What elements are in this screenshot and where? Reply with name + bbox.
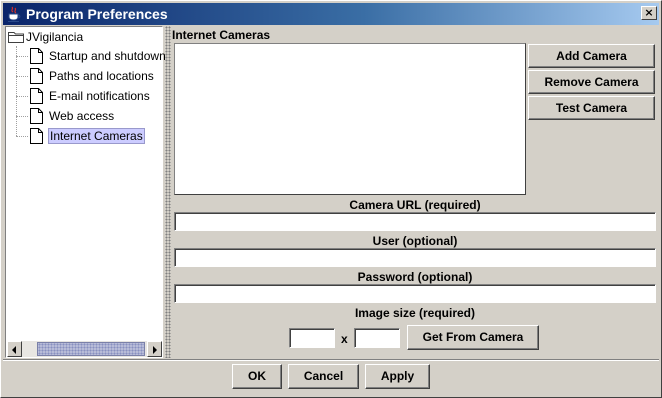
java-cup-icon [8, 6, 21, 22]
tree-branch [16, 56, 28, 57]
close-button[interactable]: × [641, 6, 657, 20]
password-field[interactable] [174, 284, 656, 303]
tree-item-label: Web access [49, 109, 115, 123]
window-title: Program Preferences [26, 6, 168, 22]
ok-button[interactable]: OK [232, 364, 282, 389]
scroll-left-button[interactable] [7, 341, 22, 357]
camera-list[interactable] [174, 43, 526, 195]
document-icon [30, 48, 43, 64]
tree-item-paths[interactable]: Paths and locations [16, 66, 164, 86]
preferences-window: Program Preferences × JVigilancia Startu… [0, 0, 662, 398]
document-icon [30, 128, 43, 144]
split-pane-divider[interactable] [165, 26, 171, 358]
tree-item-email[interactable]: E-mail notifications [16, 86, 164, 106]
tree-item-label: E-mail notifications [49, 89, 150, 103]
tree-item-label: Startup and shutdown [49, 49, 166, 63]
tree-item-label-selected: Internet Cameras [48, 128, 145, 144]
tree-branch [16, 96, 28, 97]
title-bar[interactable]: Program Preferences × [3, 3, 659, 25]
panel-title: Internet Cameras [172, 28, 271, 42]
remove-camera-button[interactable]: Remove Camera [528, 70, 655, 94]
arrow-right-icon [153, 346, 157, 354]
tree-branch [16, 76, 28, 77]
tree-item-internet-cameras[interactable]: Internet Cameras [16, 126, 164, 146]
cancel-button[interactable]: Cancel [288, 364, 359, 389]
folder-icon [8, 32, 24, 43]
tree-branch [16, 116, 28, 117]
preferences-tree[interactable]: JVigilancia Startup and shutdown Paths a… [5, 26, 166, 358]
tree-root-label: JVigilancia [26, 30, 84, 44]
button-bar-divider [3, 359, 659, 361]
image-size-label: Image size (required) [354, 306, 476, 320]
tree-item-startup[interactable]: Startup and shutdown [16, 46, 166, 66]
document-icon [30, 68, 43, 84]
arrow-left-icon [12, 346, 16, 354]
scroll-right-button[interactable] [147, 341, 162, 357]
user-field[interactable] [174, 248, 656, 267]
user-label: User (optional) [372, 234, 458, 248]
add-camera-button[interactable]: Add Camera [528, 44, 655, 68]
tree-horizontal-scrollbar[interactable] [7, 341, 162, 357]
image-width-field[interactable] [289, 328, 335, 348]
document-icon [30, 108, 43, 124]
internet-cameras-panel: Internet Cameras Add Camera Remove Camer… [172, 26, 658, 358]
apply-button[interactable]: Apply [365, 364, 430, 389]
image-height-field[interactable] [354, 328, 400, 348]
tree-branch [16, 136, 28, 137]
tree-item-label: Paths and locations [49, 69, 154, 83]
test-camera-button[interactable]: Test Camera [528, 96, 655, 120]
get-from-camera-button[interactable]: Get From Camera [407, 325, 539, 350]
size-separator: x [341, 332, 348, 346]
password-label: Password (optional) [357, 270, 473, 284]
camera-url-field[interactable] [174, 212, 656, 231]
tree-item-web-access[interactable]: Web access [16, 106, 164, 126]
close-icon: × [644, 6, 654, 19]
scroll-thumb[interactable] [37, 342, 145, 356]
camera-url-label: Camera URL (required) [349, 198, 481, 212]
document-icon [30, 88, 43, 104]
